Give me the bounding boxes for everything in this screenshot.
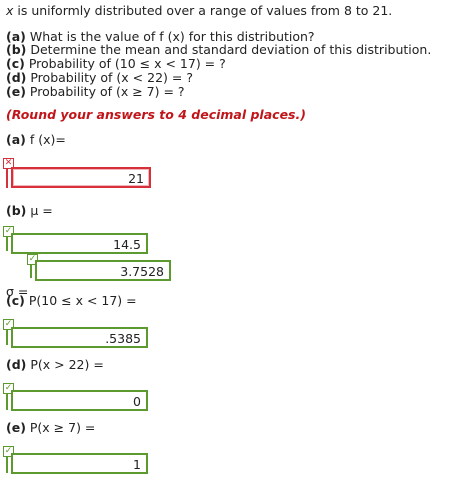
- answer-input-a[interactable]: 21: [11, 167, 151, 188]
- answer-input-e[interactable]: 1: [11, 453, 148, 474]
- part-c-label: (c) P(10 ≤ x < 17) =: [6, 293, 137, 308]
- question-d: (d) Probability of (x < 22) = ?: [6, 70, 193, 85]
- rounding-instruction: (Round your answers to 4 decimal places.…: [6, 107, 306, 122]
- part-e-label: (e) P(x ≥ 7) =: [6, 420, 96, 435]
- question-b: (b) Determine the mean and standard devi…: [6, 42, 432, 57]
- part-b-label: (b) μ =: [6, 203, 53, 218]
- answer-input-b-mean[interactable]: 14.5: [11, 233, 148, 254]
- problem-text: is uniformly distributed over a range of…: [13, 3, 393, 18]
- answer-input-d[interactable]: 0: [11, 390, 148, 411]
- part-d-label: (d) P(x > 22) =: [6, 357, 104, 372]
- question-c: (c) Probability of (10 ≤ x < 17) = ?: [6, 56, 226, 71]
- answer-input-b-sd[interactable]: 3.7528: [35, 260, 171, 281]
- problem-statement: x is uniformly distributed over a range …: [6, 3, 392, 18]
- answer-input-c[interactable]: .5385: [11, 327, 148, 348]
- part-a-label: (a) f (x)=: [6, 132, 66, 147]
- question-e: (e) Probability of (x ≥ 7) = ?: [6, 84, 185, 99]
